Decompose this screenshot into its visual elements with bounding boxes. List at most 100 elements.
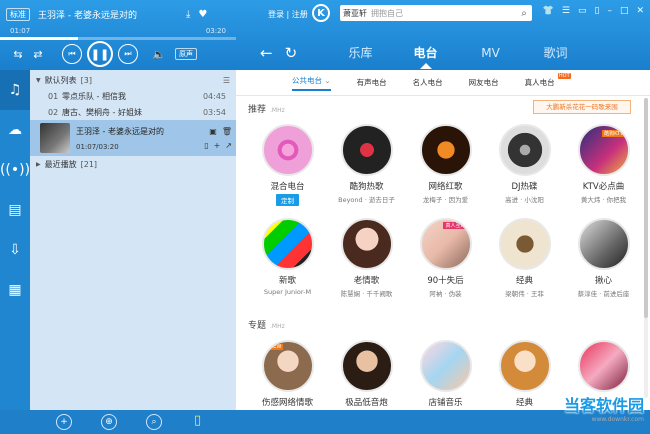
radio-subtab[interactable]: 公共电台 ⌄	[292, 75, 331, 91]
pause-button[interactable]: ❚❚	[87, 41, 113, 67]
add-bottom-icon[interactable]: +	[56, 414, 72, 430]
radio-subtab[interactable]: 名人电台	[413, 77, 443, 88]
close-icon[interactable]: ✕	[636, 6, 644, 16]
radio-card[interactable]: NEW 伤感网络情歌	[248, 340, 327, 408]
volume-icon[interactable]: 🔈	[149, 44, 169, 64]
progress-bar[interactable]	[0, 37, 236, 40]
add-icon[interactable]: +	[214, 141, 221, 150]
radio-cover[interactable]	[577, 340, 630, 392]
music-note-icon[interactable]: ♫	[0, 70, 30, 110]
mobile-icon[interactable]: ▯	[594, 6, 599, 16]
radio-cover[interactable]	[419, 340, 472, 392]
minimize-icon[interactable]: –	[607, 6, 612, 16]
radio-cover[interactable]	[261, 124, 314, 176]
radio-subtab[interactable]: 有声电台	[357, 77, 387, 88]
radio-cover[interactable]	[498, 218, 551, 270]
radio-name: 90十失后	[427, 276, 464, 286]
radio-cover[interactable]	[340, 124, 393, 176]
list-menu-icon[interactable]: ☰	[223, 76, 230, 85]
search-bottom-icon[interactable]: ⌕	[146, 414, 162, 430]
refresh-icon[interactable]: ↻	[285, 44, 298, 62]
section-topics: 专题 .MHz	[248, 321, 285, 331]
radio-cover[interactable]: NEW	[261, 340, 314, 392]
track-row[interactable]: 01 零点乐队 - 相信我 04:45	[30, 88, 236, 104]
tab-library[interactable]: 乐库	[328, 40, 393, 68]
radio-card[interactable]: 店铺音乐	[406, 340, 485, 408]
scrollbar[interactable]	[644, 98, 648, 398]
radio-subtab[interactable]: 真人电台 HOT	[525, 73, 571, 88]
maximize-icon[interactable]: □	[620, 6, 629, 16]
locate-icon[interactable]: ⊕	[101, 414, 117, 430]
current-track-row[interactable]: 王羽泽 - 老婆永远是对的 01:07/03:20 ▣ 🗑 ▯ + ↗	[30, 120, 236, 156]
radio-cover[interactable]: 酷狗KTV	[577, 124, 630, 176]
radio-card[interactable]: 网络红歌 龙梅子 · 因为爱	[406, 124, 485, 206]
radio-card[interactable]: 老情歌 陈慧娴 · 千千阙歌	[327, 218, 406, 298]
download-manager-icon[interactable]: ⇩	[0, 230, 30, 270]
track-row[interactable]: 02 唐古、樊桐舟 - 好姐妹 03:54	[30, 104, 236, 120]
radio-card[interactable]: 酷狗KTV KTV必点曲 黄大炜 · 你把我	[564, 124, 643, 206]
radio-card[interactable]: 揪心 蔡淳佳 · 前进后座	[564, 218, 643, 298]
radio-name: 经典	[515, 276, 533, 286]
radio-desc: Super Junior-M	[263, 288, 312, 296]
radio-cover[interactable]	[498, 124, 551, 176]
repeat-icon[interactable]: ⇄	[28, 44, 48, 64]
default-list-label: 默认列表	[44, 75, 77, 85]
radio-card[interactable]: 真人互动 90十失后阿衲 · 伪装	[406, 218, 485, 298]
radio-cover[interactable]: 真人互动	[419, 218, 472, 270]
promo-banner[interactable]: 大鹏新杀花花一码歌来围	[533, 100, 631, 114]
radio-cover[interactable]	[340, 218, 393, 270]
album-cover	[40, 123, 70, 153]
radio-desc: 黄大炜 · 你把我	[580, 196, 627, 204]
radio-card[interactable]: 新歌 Super Junior-M	[248, 218, 327, 298]
radio-card[interactable]: DJ热碟 高进 · 小沈阳	[485, 124, 564, 206]
back-icon[interactable]: ←	[260, 44, 273, 62]
radio-signal-icon[interactable]: ((•))	[0, 150, 30, 190]
lyrics-toggle-icon[interactable]: ⇆	[8, 44, 28, 64]
share-icon[interactable]: ↗	[225, 141, 232, 150]
tab-radio[interactable]: 电台	[393, 40, 458, 69]
radio-card[interactable]: 混合电台 定制	[248, 124, 327, 206]
cloud-icon[interactable]: ☁	[0, 110, 30, 150]
previous-button[interactable]: ⏮	[62, 44, 82, 64]
search-box[interactable]: 萧亚轩 拥抱自己 ⌕	[340, 5, 532, 21]
top-bar: 登录 | 注册 K 萧亚轩 拥抱自己 ⌕ 👕 ☰ ▭ ▯ – □ ✕ ← ↻ 乐…	[236, 0, 650, 70]
radio-cover[interactable]	[419, 124, 472, 176]
radio-desc: 阿衲 · 伪装	[429, 290, 462, 298]
radio-cover[interactable]	[340, 340, 393, 392]
register-link[interactable]: 注册	[292, 10, 308, 19]
radio-cover[interactable]	[498, 340, 551, 392]
menu-icon[interactable]: ☰	[562, 6, 570, 16]
phone-sync-icon[interactable]: ▯	[194, 413, 201, 428]
mini-mode-icon[interactable]: ▭	[578, 6, 587, 16]
default-list-header[interactable]: ▼ 默认列表 [3] ☰	[30, 72, 236, 88]
phone-icon[interactable]: ▯	[204, 141, 208, 150]
delete-icon[interactable]: 🗑	[222, 127, 232, 136]
quality-button[interactable]: 标准	[6, 7, 30, 21]
recent-list-header[interactable]: ▶ 最近播放 [21]	[30, 156, 236, 172]
radio-cover[interactable]	[577, 218, 630, 270]
skin-icon[interactable]: 👕	[543, 6, 554, 16]
radio-name: 伤感网络情歌	[261, 398, 313, 408]
search-icon[interactable]: ⌕	[516, 8, 532, 19]
radio-card[interactable]: 极品低音炮	[327, 340, 406, 408]
tab-lyrics[interactable]: 歌词	[523, 40, 588, 68]
mv-icon[interactable]: ▤	[0, 190, 30, 230]
apps-grid-icon[interactable]: ▦	[0, 270, 30, 310]
radio-card[interactable]: 酷狗热歌 Beyond · 逝去日子	[327, 124, 406, 206]
radio-cover[interactable]	[261, 218, 314, 270]
search-query[interactable]: 萧亚轩	[340, 8, 367, 19]
customize-chip[interactable]: 定制	[276, 194, 299, 206]
favorite-icon[interactable]: ♥	[198, 9, 207, 20]
scrollbar-thumb[interactable]	[644, 98, 648, 318]
radio-card[interactable]: 经典 梁朝伟 · 王菲	[485, 218, 564, 298]
mv-small-icon[interactable]: ▣	[209, 127, 217, 136]
radio-card[interactable]: 经典	[485, 340, 564, 408]
tab-mv[interactable]: MV	[458, 40, 523, 68]
radio-name: 新歌	[278, 276, 296, 286]
download-icon[interactable]: ⤓	[186, 9, 190, 20]
login-link[interactable]: 登录	[268, 10, 284, 19]
sound-effect-button[interactable]: 原声	[175, 48, 197, 60]
radio-subtab[interactable]: 网友电台	[469, 77, 499, 88]
next-button[interactable]: ⏭	[118, 44, 138, 64]
watermark-logo: 当客软件园 www.downkr.com	[563, 396, 644, 423]
